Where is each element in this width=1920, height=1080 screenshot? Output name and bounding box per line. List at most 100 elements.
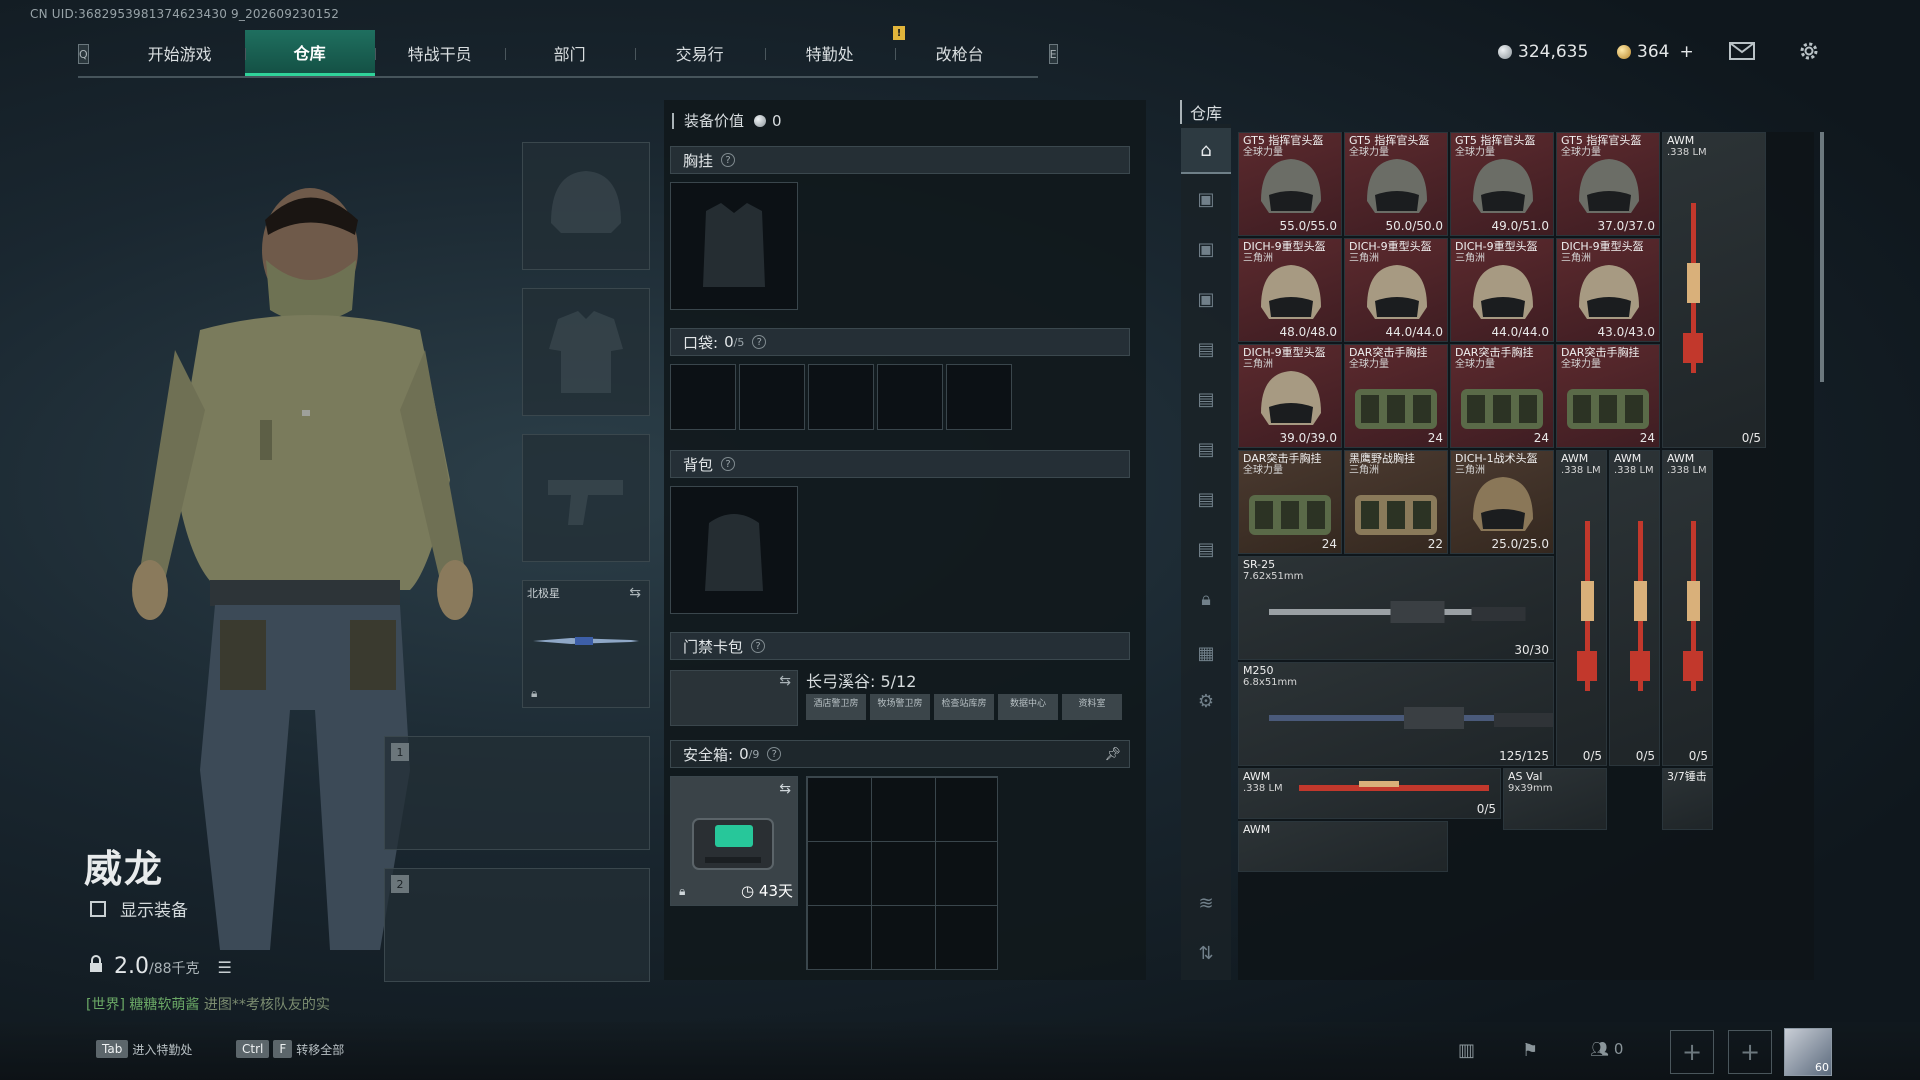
warehouse-item[interactable]: DICH-9重型头盔 三角洲 43.0/43.0 <box>1556 238 1660 342</box>
swap-icon[interactable]: ⇆ <box>779 673 791 689</box>
enter-operations-hint[interactable]: Tab 进入特勤处 <box>96 1040 192 1058</box>
pocket-slot[interactable] <box>946 364 1012 430</box>
nav-tab[interactable]: 交易行 <box>634 30 765 76</box>
keycard-map-title: 长弓溪谷: 5/12 <box>806 672 917 691</box>
warehouse-item[interactable]: GT5 指挥官头盔 全球力量 49.0/51.0 <box>1450 132 1554 236</box>
nav-tab[interactable]: 特勤处 <box>764 30 895 76</box>
keycard-help-icon[interactable]: ? <box>751 639 766 653</box>
safe-help-icon[interactable]: ? <box>767 747 782 761</box>
warehouse-item[interactable]: 黑鹰野战胸挂 三角洲 22 <box>1344 450 1448 554</box>
nav-prev-key[interactable]: Q <box>78 44 89 64</box>
chest-rig-slot[interactable] <box>670 182 798 310</box>
warehouse-item[interactable]: AWM <box>1238 821 1448 872</box>
warehouse-all-tab-icon[interactable]: ⌂ <box>1181 128 1231 174</box>
keycard-slot[interactable]: 检查站库房 <box>934 694 994 720</box>
warehouse-item[interactable]: AS Val 9x39mm <box>1503 768 1607 830</box>
helmet-slot[interactable] <box>522 142 650 270</box>
safe-box-slot[interactable]: ⇆ 🔒︎ ◷ 43天 <box>670 776 798 906</box>
layers-icon[interactable]: ≋ <box>1181 880 1231 926</box>
warehouse-tab-icon[interactable]: ▤ <box>1181 526 1231 572</box>
primary-weapon-slot-1[interactable]: 1 <box>384 736 650 850</box>
friends-button[interactable]: 👥︎ 0 <box>1590 1040 1623 1058</box>
item-subtitle: .338 LM <box>1667 147 1707 158</box>
player-avatar[interactable]: 60 <box>1784 1028 1832 1076</box>
gold-currency[interactable]: 364 + <box>1617 42 1694 62</box>
warehouse-item[interactable]: DAR突击手胸挂 全球力量 24 <box>1344 344 1448 448</box>
show-equipment-checkbox[interactable] <box>90 900 106 917</box>
nav-tab[interactable]: 改枪台 <box>894 30 1025 76</box>
swap-icon[interactable]: ⇆ <box>779 781 791 797</box>
warehouse-item[interactable]: SR-25 7.62x51mm 30/30 <box>1238 556 1554 660</box>
warehouse-tab-icon[interactable]: ▣ <box>1181 226 1231 272</box>
warehouse-item[interactable]: DICH-9重型头盔 三角洲 44.0/44.0 <box>1450 238 1554 342</box>
warehouse-tab-icon[interactable]: ▤ <box>1181 426 1231 472</box>
warehouse-item[interactable]: AWM .338 LM 0/5 <box>1238 768 1501 819</box>
keycard-slot[interactable]: 牧场警卫房 <box>870 694 930 720</box>
pistol-slot[interactable] <box>522 434 650 562</box>
pin-icon[interactable]: 📌︎ <box>1104 747 1121 762</box>
warehouse-item[interactable]: AWM .338 LM 0/5 <box>1556 450 1607 766</box>
warehouse-item[interactable]: M250 6.8x51mm 125/125 <box>1238 662 1554 766</box>
warehouse-item[interactable]: DICH-1战术头盔 三角洲 25.0/25.0 <box>1450 450 1554 554</box>
warehouse-expand-icon[interactable]: ▦ <box>1181 630 1231 676</box>
warehouse-item[interactable]: AWM .338 LM 0/5 <box>1662 450 1713 766</box>
show-equipment-toggle[interactable]: 显示装备 <box>90 896 188 921</box>
warehouse-item[interactable]: GT5 指挥官头盔 全球力量 50.0/50.0 <box>1344 132 1448 236</box>
nav-next-key[interactable]: E <box>1048 44 1058 64</box>
add-party-slot-button[interactable]: + <box>1728 1030 1772 1074</box>
warehouse-scrollbar[interactable] <box>1820 132 1824 382</box>
warehouse-item[interactable]: GT5 指挥官头盔 全球力量 37.0/37.0 <box>1556 132 1660 236</box>
warehouse-tab-icon[interactable]: ▤ <box>1181 326 1231 372</box>
warehouse-item[interactable]: AWM .338 LM 0/5 <box>1609 450 1660 766</box>
swap-icon[interactable]: ⇆ <box>629 585 641 601</box>
warehouse-title: 仓库 <box>1180 100 1222 124</box>
warehouse-item[interactable]: GT5 指挥官头盔 全球力量 55.0/55.0 <box>1238 132 1342 236</box>
warehouse-item[interactable]: DAR突击手胸挂 全球力量 24 <box>1556 344 1660 448</box>
transfer-all-hint[interactable]: Ctrl F 转移全部 <box>236 1040 344 1058</box>
warehouse-tab-icon[interactable]: ▤ <box>1181 376 1231 422</box>
mail-icon[interactable] <box>1729 40 1755 62</box>
pocket-slot[interactable] <box>808 364 874 430</box>
gear-icon[interactable]: ⚙ <box>1181 678 1231 724</box>
chest-help-icon[interactable]: ? <box>721 153 736 167</box>
keycard-case[interactable]: ⇆ <box>670 670 798 726</box>
keycard-slot[interactable]: 数据中心 <box>998 694 1058 720</box>
pocket-help-icon[interactable]: ? <box>752 335 767 349</box>
gear-icon[interactable] <box>1796 40 1822 62</box>
nav-tab[interactable]: 部门 <box>504 30 635 76</box>
warehouse-tab-icon[interactable]: ▣ <box>1181 276 1231 322</box>
warehouse-tab-icon[interactable]: ▣ <box>1181 176 1231 222</box>
world-chat-line[interactable]: [世界] 糖糖软萌酱 进图**考核队友的实 <box>86 994 330 1014</box>
flag-icon[interactable]: ⚑ <box>1522 1040 1538 1061</box>
stats-icon[interactable]: ▥ <box>1458 1040 1475 1061</box>
armor-slot[interactable] <box>522 288 650 416</box>
sort-icon[interactable]: ⇅ <box>1181 930 1231 976</box>
nav-tab[interactable]: 特战干员 <box>374 30 505 76</box>
backpack-help-icon[interactable]: ? <box>721 457 736 471</box>
melee-slot[interactable]: 北极星 ⇆ 🔒︎ <box>522 580 650 708</box>
keycard-slot[interactable]: 资料室 <box>1062 694 1122 720</box>
pocket-slot[interactable] <box>877 364 943 430</box>
nav-tab[interactable]: 开始游戏 <box>115 30 245 76</box>
nav-tab[interactable]: 仓库 <box>244 30 375 76</box>
add-party-slot-button[interactable]: + <box>1670 1030 1714 1074</box>
warehouse-item[interactable]: DAR突击手胸挂 全球力量 24 <box>1450 344 1554 448</box>
pocket-slot[interactable] <box>670 364 736 430</box>
equipment-value-label: 装备价值 <box>684 112 745 130</box>
keycard-slot[interactable]: 酒店警卫房 <box>806 694 866 720</box>
warehouse-item[interactable]: DICH-9重型头盔 三角洲 44.0/44.0 <box>1344 238 1448 342</box>
backpack-slot[interactable] <box>670 486 798 614</box>
safe-box-grid[interactable] <box>806 776 998 970</box>
warehouse-item[interactable]: DAR突击手胸挂 全球力量 24 <box>1238 450 1342 554</box>
warehouse-item[interactable]: DICH-9重型头盔 三角洲 39.0/39.0 <box>1238 344 1342 448</box>
warehouse-item[interactable]: AWM .338 LM 0/5 <box>1662 132 1766 448</box>
primary-weapon-slot-2[interactable]: 2 <box>384 868 650 982</box>
add-gold-button[interactable]: + <box>1679 42 1693 62</box>
warehouse-item[interactable]: 3/7锤击 <box>1662 768 1713 830</box>
item-subtitle: 三角洲 <box>1455 465 1485 476</box>
warehouse-tab-icon[interactable]: ▤ <box>1181 476 1231 522</box>
warehouse-item[interactable]: DICH-9重型头盔 三角洲 48.0/48.0 <box>1238 238 1342 342</box>
item-subtitle: 全球力量 <box>1561 147 1601 158</box>
list-icon[interactable]: ☰ <box>218 958 232 977</box>
pocket-slot[interactable] <box>739 364 805 430</box>
